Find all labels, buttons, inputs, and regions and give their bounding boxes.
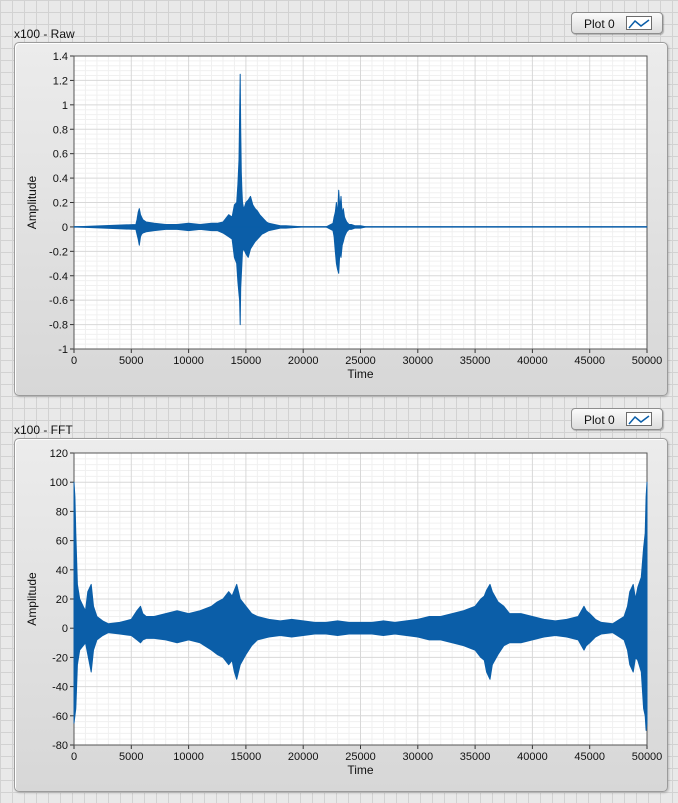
fft-chart: 0 5000 10000 15000 20000 25000 30000 35000 40000… bbox=[25, 448, 663, 777]
x-tick-label: 15000 bbox=[231, 751, 262, 763]
y-tick-label: 100 bbox=[50, 477, 68, 489]
x-tick-label: 35000 bbox=[460, 751, 491, 763]
y-tick-label: 0 bbox=[62, 623, 68, 635]
y-tick-label: -80 bbox=[52, 740, 68, 752]
x-tick-label: 10000 bbox=[173, 751, 204, 763]
x-tick-label: 40000 bbox=[517, 751, 548, 763]
y-tick-label: 60 bbox=[56, 536, 68, 548]
y-tick-label: 20 bbox=[56, 594, 68, 606]
x-tick-label: 5000 bbox=[119, 751, 143, 763]
y-tick-label: 80 bbox=[56, 506, 68, 518]
x-tick-label: 0 bbox=[71, 751, 77, 763]
y-tick-label: -60 bbox=[52, 711, 68, 723]
x-tick-label: 45000 bbox=[574, 751, 605, 763]
y-tick-label: -20 bbox=[52, 652, 68, 664]
x-tick-label: 30000 bbox=[403, 751, 434, 763]
y-axis-label: Amplitude bbox=[25, 572, 39, 626]
x-tick-label: 25000 bbox=[345, 751, 376, 763]
x-tick-label: 20000 bbox=[288, 751, 319, 763]
y-tick-label: -40 bbox=[52, 682, 68, 694]
x-axis-label: Time bbox=[347, 763, 374, 777]
y-tick-label: 120 bbox=[50, 448, 68, 460]
y-tick-label: 40 bbox=[56, 565, 68, 577]
x-tick-label: 50000 bbox=[632, 751, 663, 763]
